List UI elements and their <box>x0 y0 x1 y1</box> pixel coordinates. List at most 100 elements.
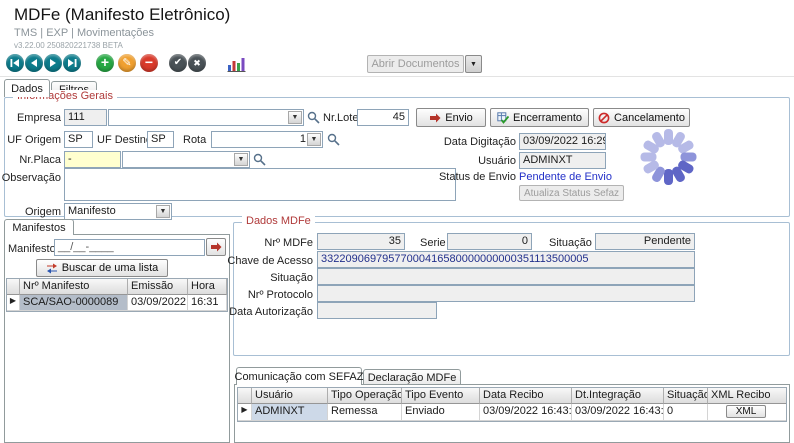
mdfe-window: MDFe (Manifesto Eletrônico) TMS | EXP | … <box>0 0 794 443</box>
chevron-down-icon[interactable]: ▼ <box>234 153 248 166</box>
nav-next-button[interactable] <box>44 54 62 72</box>
sefaz-grid-header: Usuário Tipo Operação Tipo Evento Data R… <box>238 388 786 404</box>
close-manifest-icon <box>497 112 509 124</box>
data-autorizacao-field <box>317 302 437 319</box>
uf-origem-field[interactable]: SP <box>64 131 93 148</box>
abrir-documentos-dropdown-button[interactable]: ▼ <box>465 55 482 73</box>
tab-manifestos[interactable]: Manifestos <box>4 219 74 235</box>
cancel-edit-button[interactable]: ✖ <box>188 54 206 72</box>
table-row[interactable]: ▶ ADMINXT Remessa Enviado 03/09/2022 16:… <box>238 404 786 421</box>
buscar-lista-button[interactable]: Buscar de uma lista <box>36 259 168 277</box>
protocolo-field <box>317 285 695 302</box>
nr-mdfe-field: 35 <box>317 233 405 250</box>
serie-field: 0 <box>447 233 532 250</box>
dados-mdfe-title: Dados MDFe <box>242 215 315 227</box>
chevron-down-icon[interactable]: ▼ <box>307 133 321 146</box>
envio-label: Envio <box>445 112 473 124</box>
nav-first-button[interactable] <box>6 54 24 72</box>
nrlote-field[interactable]: 45 <box>357 109 409 126</box>
origem-label: Origem <box>10 206 61 218</box>
row-marker-icon: ▶ <box>238 404 252 421</box>
cancelamento-button[interactable]: Cancelamento <box>593 108 690 127</box>
situacao2-label: Situação <box>220 272 313 284</box>
bar-chart-icon <box>227 54 246 73</box>
cell-tipo-evento[interactable]: Enviado <box>402 404 480 421</box>
search-icon <box>253 153 266 166</box>
rota-lookup-button[interactable] <box>327 133 340 146</box>
chevron-down-icon[interactable]: ▼ <box>288 111 302 124</box>
nrplaca-label: Nr.Placa <box>10 154 61 166</box>
chave-acesso-field: 3322090697957700041658000000000035111350… <box>317 251 695 268</box>
delete-button[interactable]: − <box>140 54 158 72</box>
nrplaca-combo[interactable]: ▼ <box>122 151 250 168</box>
header-marker-cell <box>238 388 252 404</box>
nrplaca-lookup-button[interactable] <box>253 153 266 166</box>
tab-dados[interactable]: Dados <box>4 79 50 97</box>
column-data-recibo: Data Recibo <box>480 388 572 404</box>
edit-button[interactable]: ✎ <box>118 54 136 72</box>
tab-manifestos-label: Manifestos <box>12 222 65 234</box>
envio-button[interactable]: Envio <box>416 108 486 127</box>
cell-usuario[interactable]: ADMINXT <box>252 404 328 421</box>
add-button[interactable]: + <box>96 54 114 72</box>
chevron-down-icon[interactable]: ▼ <box>156 205 170 218</box>
origem-combo[interactable]: Manifesto ▼ <box>64 203 172 220</box>
cell-emissao[interactable]: 03/09/2022 <box>128 295 188 311</box>
column-dt-integracao: Dt.Integração <box>572 388 664 404</box>
protocolo-label: Nrº Protocolo <box>220 289 313 301</box>
nr-mdfe-label: Nrº MDFe <box>220 237 313 249</box>
cell-situacao[interactable]: 0 <box>664 404 708 421</box>
confirm-button[interactable]: ✔ <box>169 54 187 72</box>
abrir-documentos-button[interactable]: Abrir Documentos <box>367 55 464 73</box>
serie-label: Serie <box>420 237 446 249</box>
rota-label: Rota <box>183 134 206 146</box>
nav-last-icon <box>67 58 77 68</box>
chart-toolbar-button[interactable] <box>227 54 246 73</box>
manifestos-grid-header: Nrº Manifesto Emissão Hora <box>7 279 227 295</box>
tab-declaracao-mdfe[interactable]: Declaração MDFe <box>363 369 461 385</box>
nav-last-button[interactable] <box>63 54 81 72</box>
table-row[interactable]: ▶ SCA/SAO-0000089 03/09/2022 16:31 <box>7 295 227 311</box>
tab-comunicacao-sefaz[interactable]: Comunicação com SEFAZ <box>236 367 362 385</box>
column-usuario: Usuário <box>252 388 328 404</box>
minus-icon: − <box>145 55 153 69</box>
pencil-icon: ✎ <box>122 58 131 69</box>
column-nr-manifesto: Nrº Manifesto <box>20 279 128 295</box>
xml-recibo-button[interactable]: XML <box>726 405 766 418</box>
atualiza-status-label: Atualiza Status Sefaz <box>524 188 619 199</box>
cell-data-recibo[interactable]: 03/09/2022 16:43:15 <box>480 404 572 421</box>
loading-spinner <box>640 128 698 186</box>
header-marker-cell <box>7 279 20 295</box>
situacao-field: Pendente <box>595 233 695 250</box>
empresa-code-field[interactable]: 111 <box>64 109 107 126</box>
sefaz-grid: Usuário Tipo Operação Tipo Evento Data R… <box>237 387 787 422</box>
page-title: MDFe (Manifesto Eletrônico) <box>14 5 230 25</box>
data-digitacao-label: Data Digitação <box>436 136 516 148</box>
status-envio-label: Status de Envio <box>426 171 516 183</box>
column-situacao: Situação <box>664 388 708 404</box>
status-envio-value: Pendente de Envio <box>519 171 612 183</box>
search-icon <box>307 111 320 124</box>
atualiza-status-sefaz-button[interactable]: Atualiza Status Sefaz <box>519 185 624 201</box>
nav-prev-button[interactable] <box>25 54 43 72</box>
usuario-label: Usuário <box>436 155 516 167</box>
plus-icon: + <box>101 55 109 69</box>
check-icon: ✔ <box>174 58 182 68</box>
cell-dt-integracao[interactable]: 03/09/2022 16:43:15 <box>572 404 664 421</box>
empresa-lookup-button[interactable] <box>307 111 320 124</box>
send-arrow-icon <box>429 113 441 123</box>
manifesto-input[interactable]: __/__-____ <box>54 239 205 256</box>
column-emissao: Emissão <box>128 279 188 295</box>
tab-comunicacao-label: Comunicação com SEFAZ <box>235 371 364 383</box>
encerramento-label: Encerramento <box>513 112 582 124</box>
empresa-combo[interactable]: ▼ <box>108 109 304 126</box>
encerramento-button[interactable]: Encerramento <box>490 108 589 127</box>
cell-tipo-operacao[interactable]: Remessa <box>328 404 402 421</box>
cell-nr-manifesto[interactable]: SCA/SAO-0000089 <box>20 295 128 311</box>
rota-combo[interactable]: 1 ▼ <box>211 131 323 148</box>
nrplaca-field[interactable]: - <box>64 151 121 168</box>
column-tipo-evento: Tipo Evento <box>402 388 480 404</box>
observacao-textarea[interactable] <box>64 168 456 201</box>
manifestos-grid: Nrº Manifesto Emissão Hora ▶ SCA/SAO-000… <box>6 278 228 312</box>
uf-destino-field[interactable]: SP <box>147 131 174 148</box>
